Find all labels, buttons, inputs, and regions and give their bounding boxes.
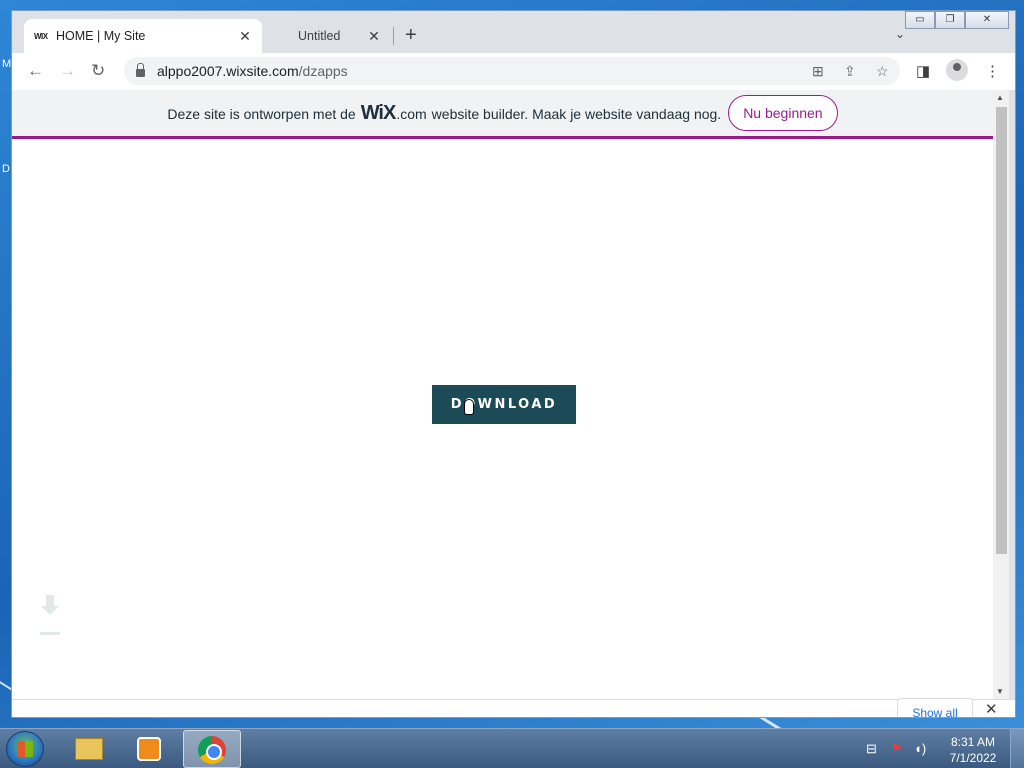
downloads-bar: Show all ✕ [12,698,1015,717]
profile-avatar-icon[interactable] [946,59,968,81]
chrome-icon [198,736,226,764]
page-viewport: Deze site is ontworpen met de WiX .com w… [12,90,993,699]
bookmark-star-icon[interactable]: ☆ [876,63,889,80]
show-all-downloads-button[interactable]: Show all [897,698,973,717]
tab-untitled[interactable]: Untitled ✕ [268,19,393,53]
wix-favicon-icon: WIX [34,31,48,41]
wix-logo[interactable]: WiX [361,102,397,125]
close-tab-icon[interactable]: ✕ [238,28,252,45]
tab-home[interactable]: WIX HOME | My Site ✕ [24,19,262,53]
back-icon[interactable]: ← [27,61,44,81]
taskbar-media-player[interactable] [121,730,179,768]
tab-search-icon[interactable]: ⌄ [895,27,905,41]
minimize-button[interactable]: ▭ [905,11,935,29]
browser-window: WIX HOME | My Site ✕ Untitled ✕ + ⌄ ▭ ❐ … [11,10,1016,718]
reload-icon[interactable]: ↻ [91,61,105,81]
scrollbar-thumb[interactable] [996,107,1007,554]
address-bar[interactable]: alppo2007.wixsite.com /dzapps ⊞ ⇪ ☆ [124,57,900,85]
page-scrollbar[interactable]: ▲ ▼ [993,90,1009,699]
browser-toolbar: ← → ↻ alppo2007.wixsite.com /dzapps ⊞ ⇪ … [12,53,1015,90]
system-clock[interactable]: 8:31 AM 7/1/2022 [940,734,1006,766]
action-center-flag-icon[interactable]: ⚑ [891,741,903,757]
taskbar-explorer[interactable] [60,730,118,768]
close-downloads-bar-icon[interactable]: ✕ [985,700,998,717]
hand-cursor-icon [464,399,474,415]
translate-icon[interactable]: ⊞ [812,63,824,80]
download-button[interactable]: DOWNLOAD [432,385,576,424]
url-path: /dzapps [298,63,348,79]
tab-strip: WIX HOME | My Site ✕ Untitled ✕ + ⌄ ▭ ❐ … [12,11,1015,53]
banner-text-before: Deze site is ontworpen met de [167,105,356,122]
window-close-button[interactable]: ✕ [965,11,1009,29]
folder-icon [75,738,103,760]
clock-time: 8:31 AM [950,735,996,749]
start-button[interactable] [6,731,44,767]
menu-kebab-icon[interactable]: ⋮ [985,62,1000,80]
faded-download-icon [40,595,60,635]
clock-date: 7/1/2022 [949,751,997,765]
show-desktop-button[interactable] [1010,729,1024,768]
taskbar-chrome[interactable] [183,730,241,768]
url-host: alppo2007.wixsite.com [157,63,299,79]
scroll-down-icon[interactable]: ▼ [996,687,1004,696]
tab-divider [393,27,394,45]
banner-text-after: website builder. Maak je website vandaag… [431,105,722,122]
wix-ad-banner: Deze site is ontworpen met de WiX .com w… [12,90,993,139]
scroll-up-icon[interactable]: ▲ [996,93,1004,102]
tab-title: Untitled [298,29,341,43]
volume-icon[interactable]: ◖) [914,741,926,756]
restore-button[interactable]: ❐ [935,11,965,29]
start-now-button[interactable]: Nu beginnen [728,95,838,131]
share-icon[interactable]: ⇪ [844,63,856,80]
lock-icon[interactable] [136,63,145,77]
forward-icon[interactable]: → [59,61,76,81]
tab-title: HOME | My Site [56,29,146,43]
window-controls: ▭ ❐ ✕ [905,11,1009,29]
desktop-icon-label[interactable]: D [2,163,10,175]
desktop-icon-label[interactable]: M [2,58,11,70]
banner-text: Deze site is ontworpen met de WiX .com w… [167,102,721,125]
close-tab-icon[interactable]: ✕ [367,28,381,45]
taskbar: ⊟ ⚑ ◖) 8:31 AM 7/1/2022 [0,728,1024,768]
new-tab-button[interactable]: + [405,25,417,45]
wix-logo-suffix: .com [396,105,427,122]
media-player-icon [137,737,161,761]
network-icon[interactable]: ⊟ [866,741,877,757]
side-panel-icon[interactable]: ◨ [916,62,930,80]
